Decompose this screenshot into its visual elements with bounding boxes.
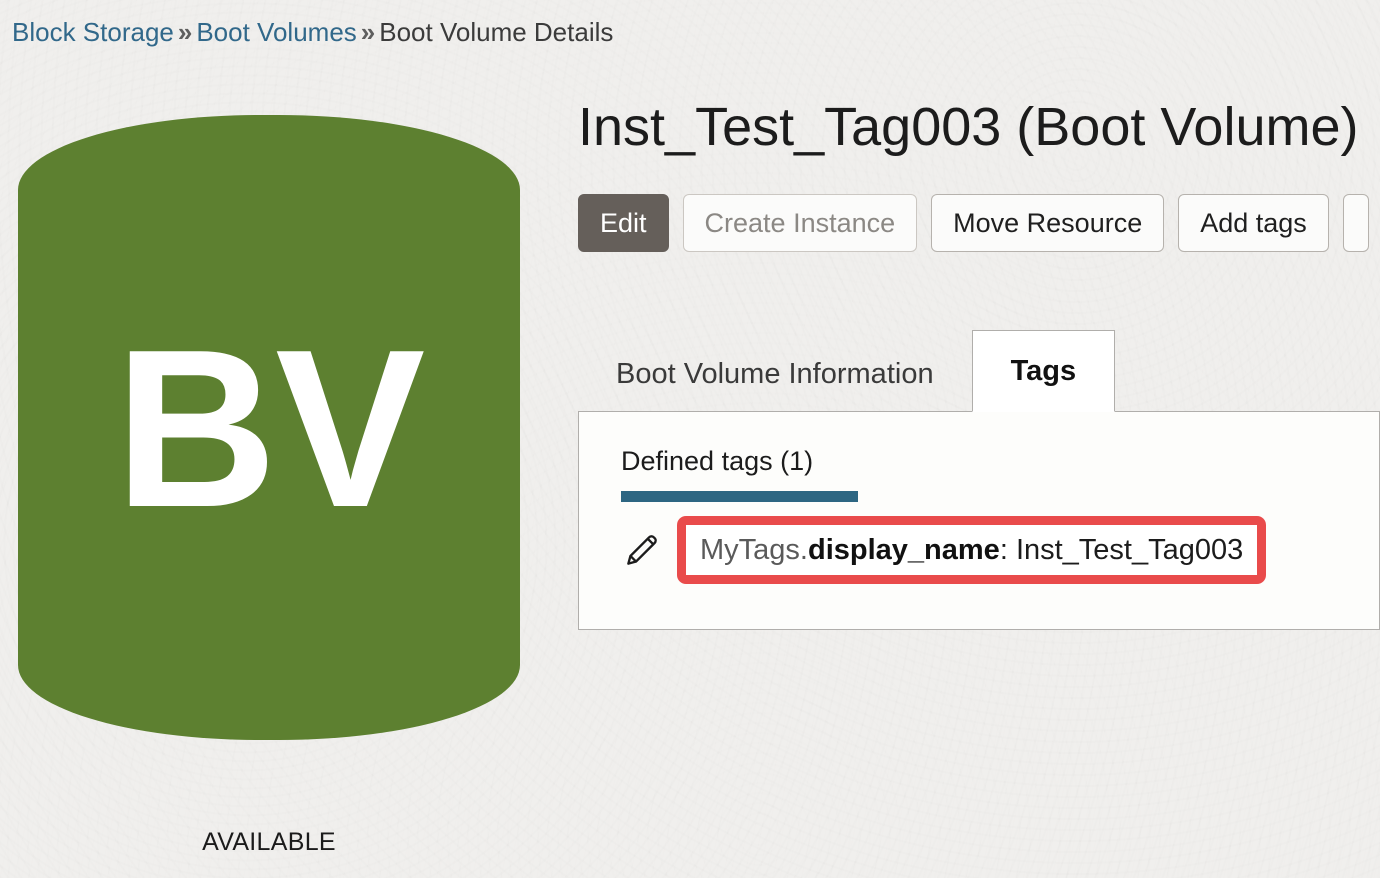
breadcrumb-item-current: Boot Volume Details [379,17,614,47]
tag-value: Inst_Test_Tag003 [1015,534,1244,566]
defined-tag-value[interactable]: MyTags.display_name: Inst_Test_Tag003 [686,525,1258,575]
defined-tags-heading: Defined tags (1) [621,446,814,476]
tag-highlight-box: MyTags.display_name: Inst_Test_Tag003 [677,516,1267,584]
breadcrumb: Block Storage» Boot Volumes» Boot Volume D… [12,16,613,48]
overflow-action-button-1[interactable] [1342,194,1369,252]
tags-panel: Defined tags (1) MyTags.display_name: In… [578,412,1380,630]
breadcrumb-item-boot-volumes[interactable]: Boot Volumes [196,17,356,47]
boot-volume-icon: BV [18,115,520,740]
boot-volume-icon-initials: BV [114,301,426,554]
action-toolbar: Edit Create Instance Move Resource Add t… [578,194,1380,252]
edit-button[interactable]: Edit [578,194,669,252]
tag-namespace: MyTags. [700,534,808,566]
move-resource-button[interactable]: Move Resource [931,194,1165,252]
breadcrumb-item-block-storage[interactable]: Block Storage [12,17,174,47]
tab-boot-volume-information[interactable]: Boot Volume Information [578,337,972,411]
tab-tags[interactable]: Tags [971,330,1116,412]
table-row: MyTags.display_name: Inst_Test_Tag003 [621,516,1379,584]
breadcrumb-separator-icon: » [360,17,376,47]
breadcrumb-separator-icon: » [177,17,193,47]
pencil-edit-icon[interactable] [621,529,663,571]
create-instance-button[interactable]: Create Instance [682,194,918,252]
tab-bar: Boot Volume Information Tags [578,330,1380,412]
page-title: Inst_Test_Tag003 (Boot Volume) [578,97,1359,157]
add-tags-button[interactable]: Add tags [1178,194,1329,252]
resource-summary: BV AVAILABLE [18,115,520,857]
tag-separator: : [999,534,1016,566]
status-badge: AVAILABLE [202,828,336,856]
defined-tags-underline [621,491,858,502]
tag-key: display_name [807,534,1000,566]
detail-column: Inst_Test_Tag003 (Boot Volume) Edit Crea… [578,96,1380,630]
